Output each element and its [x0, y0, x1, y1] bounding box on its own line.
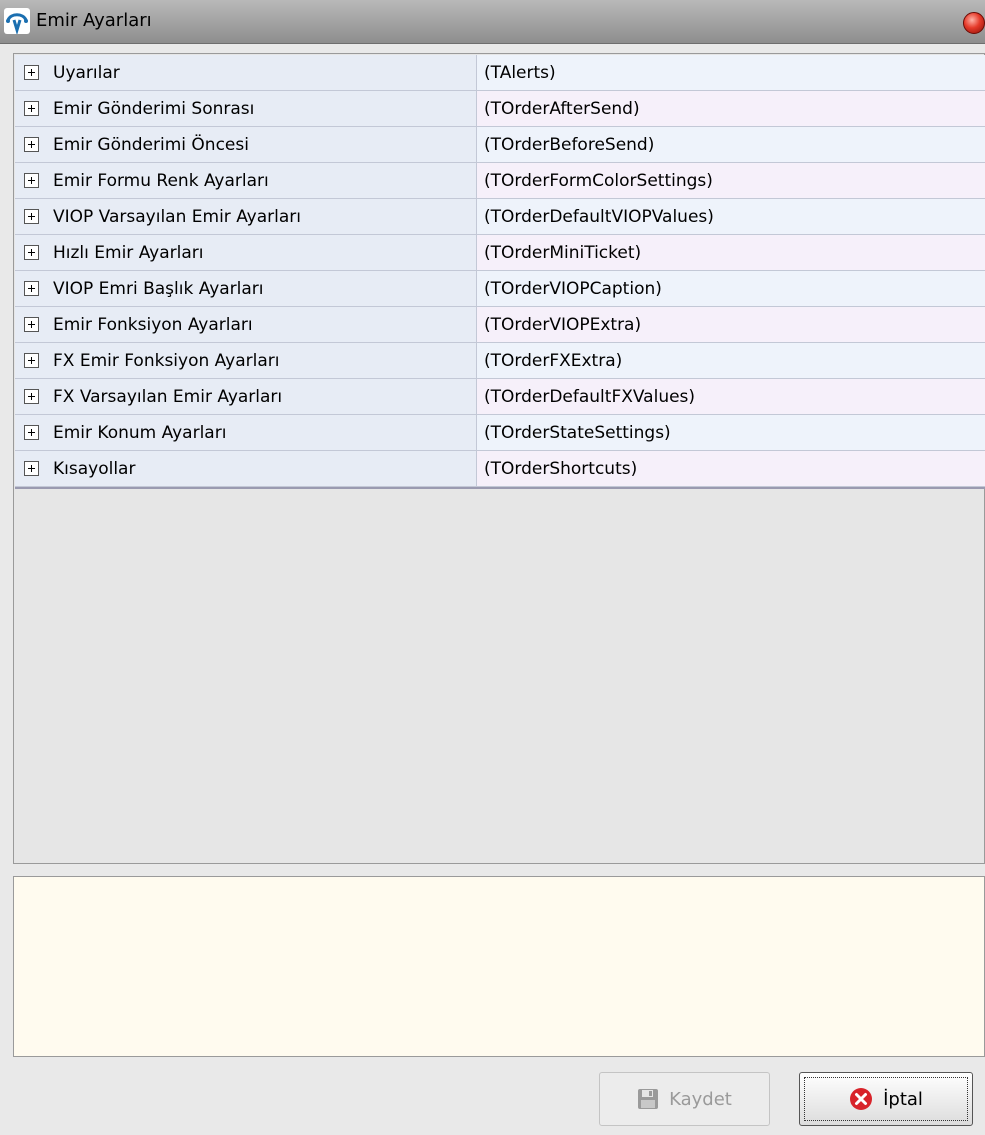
tree-row-class: (TOrderVIOPCaption): [477, 271, 985, 306]
tree-row-name: Emir Gönderimi Sonrası: [53, 98, 255, 119]
plus-box-icon[interactable]: [24, 425, 39, 440]
save-button-label: Kaydet: [669, 1088, 732, 1110]
app-logo-icon: [4, 8, 30, 36]
plus-box-icon[interactable]: [24, 353, 39, 368]
plus-box-icon[interactable]: [24, 461, 39, 476]
tree-row-name: Uyarılar: [53, 62, 120, 83]
tree-row-class: (TOrderDefaultVIOPValues): [477, 199, 985, 234]
tree-row[interactable]: Emir Formu Renk Ayarları (TOrderFormColor…: [15, 163, 985, 199]
tree-row[interactable]: Hızlı Emir Ayarları (TOrderMiniTicket): [15, 235, 985, 271]
tree-row-name: VIOP Varsayılan Emir Ayarları: [53, 206, 301, 227]
tree-row-name-cell: FX Varsayılan Emir Ayarları: [15, 379, 477, 414]
tree-rows: Uyarılar (TAlerts) Emir Gönderimi Sonrası (…: [15, 55, 985, 489]
tree-row[interactable]: FX Varsayılan Emir Ayarları (TOrderDefaul…: [15, 379, 985, 415]
tree-row[interactable]: Kısayollar (TOrderShortcuts): [15, 451, 985, 487]
cancel-button-label: İptal: [883, 1088, 923, 1110]
tree-row[interactable]: VIOP Varsayılan Emir Ayarları (TOrderDefa…: [15, 199, 985, 235]
tree-row-class: (TOrderBeforeSend): [477, 127, 985, 162]
tree-row-name: Kısayollar: [53, 458, 136, 479]
close-icon[interactable]: [963, 12, 985, 34]
description-panel: [13, 876, 985, 1057]
plus-box-icon[interactable]: [24, 245, 39, 260]
tree-row[interactable]: Uyarılar (TAlerts): [15, 55, 985, 91]
tree-row-class: (TOrderFXExtra): [477, 343, 985, 378]
tree-row[interactable]: VIOP Emri Başlık Ayarları (TOrderVIOPCapt…: [15, 271, 985, 307]
tree-row-class: (TOrderVIOPExtra): [477, 307, 985, 342]
tree-row-name-cell: Emir Konum Ayarları: [15, 415, 477, 450]
settings-tree[interactable]: Uyarılar (TAlerts) Emir Gönderimi Sonrası (…: [13, 53, 985, 864]
tree-row-name-cell: Hızlı Emir Ayarları: [15, 235, 477, 270]
tree-row-name: FX Emir Fonksiyon Ayarları: [53, 350, 280, 371]
tree-row-name: VIOP Emri Başlık Ayarları: [53, 278, 264, 299]
tree-row-class: (TOrderAfterSend): [477, 91, 985, 126]
tree-row-name-cell: Emir Gönderimi Öncesi: [15, 127, 477, 162]
title-bar: Emir Ayarları: [0, 0, 985, 44]
tree-row-name-cell: Emir Fonksiyon Ayarları: [15, 307, 477, 342]
tree-row-name: Emir Gönderimi Öncesi: [53, 134, 249, 155]
tree-row-name: Emir Konum Ayarları: [53, 422, 227, 443]
tree-row-class: (TOrderShortcuts): [477, 451, 985, 486]
tree-row-name-cell: Kısayollar: [15, 451, 477, 486]
plus-box-icon[interactable]: [24, 317, 39, 332]
tree-row-name-cell: VIOP Varsayılan Emir Ayarları: [15, 199, 477, 234]
tree-row-name-cell: Emir Formu Renk Ayarları: [15, 163, 477, 198]
plus-box-icon[interactable]: [24, 173, 39, 188]
tree-row-name: Hızlı Emir Ayarları: [53, 242, 204, 263]
plus-box-icon[interactable]: [24, 65, 39, 80]
tree-row[interactable]: FX Emir Fonksiyon Ayarları (TOrderFXExtra…: [15, 343, 985, 379]
tree-row-name-cell: FX Emir Fonksiyon Ayarları: [15, 343, 477, 378]
tree-row[interactable]: Emir Gönderimi Öncesi (TOrderBeforeSend): [15, 127, 985, 163]
plus-box-icon[interactable]: [24, 281, 39, 296]
floppy-disk-icon: [637, 1088, 659, 1110]
red-x-circle-icon: [849, 1087, 873, 1111]
tree-row-name: FX Varsayılan Emir Ayarları: [53, 386, 283, 407]
tree-row-class: (TAlerts): [477, 55, 985, 90]
window-title: Emir Ayarları: [36, 10, 152, 31]
tree-row-class: (TOrderMiniTicket): [477, 235, 985, 270]
save-button[interactable]: Kaydet: [599, 1072, 770, 1126]
tree-row[interactable]: Emir Fonksiyon Ayarları (TOrderVIOPExtra): [15, 307, 985, 343]
tree-row-name: Emir Formu Renk Ayarları: [53, 170, 269, 191]
tree-row-class: (TOrderFormColorSettings): [477, 163, 985, 198]
plus-box-icon[interactable]: [24, 101, 39, 116]
tree-row-class: (TOrderStateSettings): [477, 415, 985, 450]
cancel-button[interactable]: İptal: [799, 1072, 973, 1126]
plus-box-icon[interactable]: [24, 389, 39, 404]
tree-row-name-cell: Emir Gönderimi Sonrası: [15, 91, 477, 126]
plus-box-icon[interactable]: [24, 209, 39, 224]
tree-row-name: Emir Fonksiyon Ayarları: [53, 314, 253, 335]
tree-row-class: (TOrderDefaultFXValues): [477, 379, 985, 414]
tree-row[interactable]: Emir Gönderimi Sonrası (TOrderAfterSend): [15, 91, 985, 127]
plus-box-icon[interactable]: [24, 137, 39, 152]
tree-row-name-cell: Uyarılar: [15, 55, 477, 90]
tree-row[interactable]: Emir Konum Ayarları (TOrderStateSettings): [15, 415, 985, 451]
tree-row-name-cell: VIOP Emri Başlık Ayarları: [15, 271, 477, 306]
